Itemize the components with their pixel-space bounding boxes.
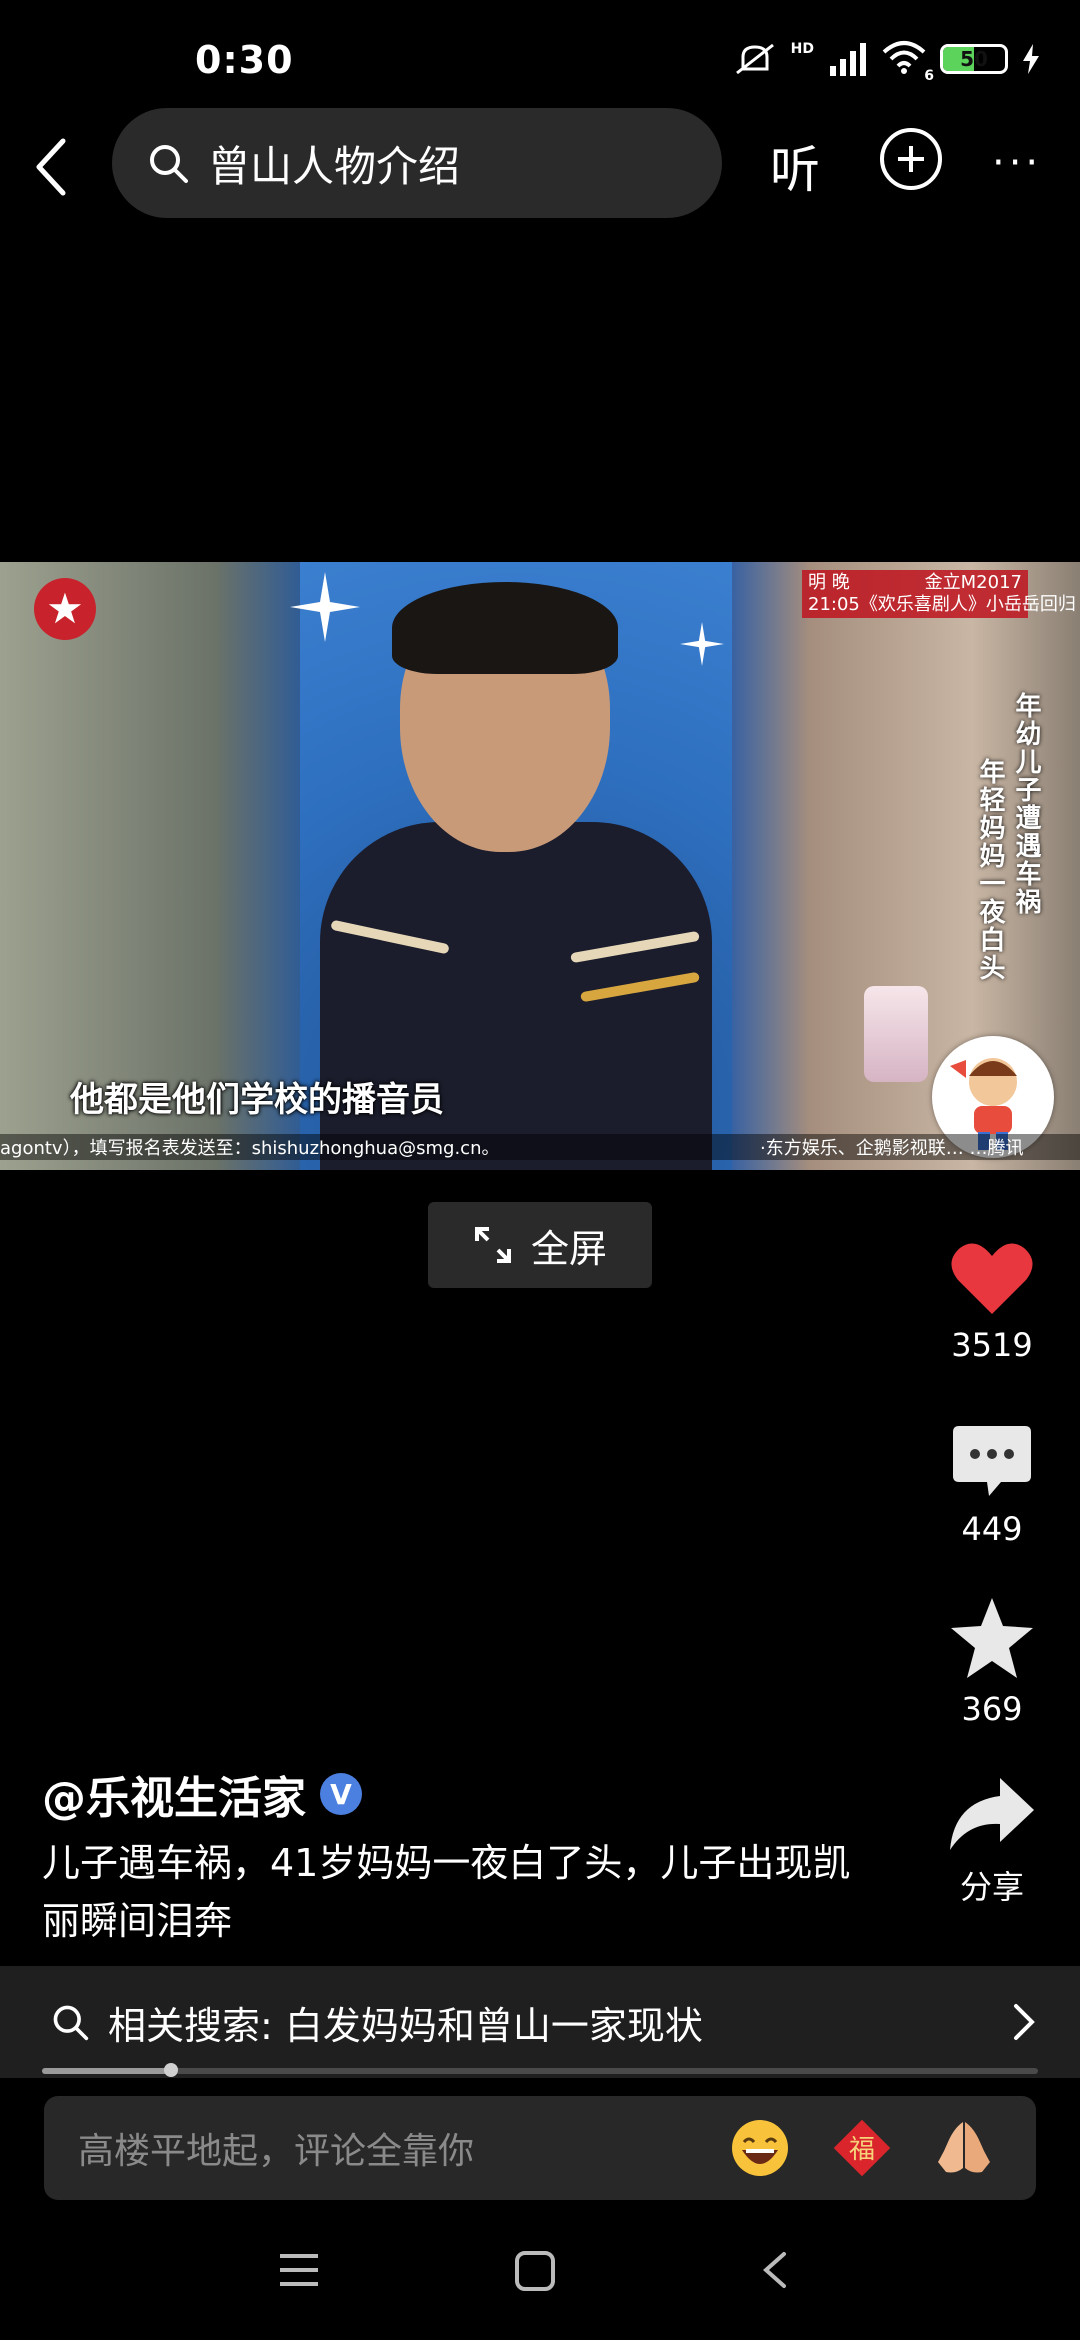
product-image: [864, 986, 928, 1082]
like-count: 3519: [951, 1326, 1033, 1364]
sparkle-icon: [290, 572, 360, 642]
hd-label: HD: [790, 41, 814, 57]
sparkle-icon: [680, 622, 724, 666]
search-icon: [53, 2005, 89, 2041]
status-icons: HD 6 50: [733, 40, 1040, 84]
search-icon: [150, 145, 188, 183]
battery-indicator: 50: [940, 44, 1008, 74]
search-query: 曾山人物介绍: [208, 141, 461, 191]
promo-text: 金立M2017: [924, 572, 1022, 593]
pray-emoji-button[interactable]: [934, 2118, 994, 2178]
fu-label: 福: [849, 2135, 875, 2165]
wifi-sub-label: 6: [924, 68, 934, 84]
promo-text: 明 晚: [808, 572, 850, 593]
heart-icon: [951, 1243, 1033, 1314]
laugh-emoji-button[interactable]: [730, 2118, 790, 2178]
vertical-caption: 年幼儿子遭遇车祸: [1011, 692, 1041, 916]
comment-icon: [953, 1426, 1031, 1496]
ticker-bar: agontv），填写报名表发送至：shishuzhonghua@smg.cn。 …: [0, 1134, 1080, 1160]
back-triangle-icon: [762, 2252, 786, 2288]
more-button[interactable]: ···: [992, 140, 1042, 186]
video-description: 儿子遇车祸，41岁妈妈一夜白了头，儿子出现凯丽瞬间泪奔: [42, 1841, 851, 1943]
signal-icon: [830, 43, 866, 76]
author-name[interactable]: @乐视生活家: [42, 1762, 306, 1826]
home-nav-button[interactable]: [514, 2250, 556, 2296]
mute-vibrate-icon: [735, 43, 774, 75]
square-home-icon: [515, 2251, 555, 2291]
system-nav-bar: [0, 2230, 1080, 2320]
laughing-face-icon: [732, 2120, 788, 2176]
like-button[interactable]: 3519: [940, 1240, 1044, 1364]
back-nav-button[interactable]: [760, 2250, 790, 2294]
boy-hair: [392, 582, 618, 674]
comment-count: 449: [961, 1510, 1023, 1548]
chevron-right-icon: [1014, 2004, 1035, 2040]
favorite-button[interactable]: 369: [940, 1596, 1044, 1728]
fu-diamond-icon: 福: [833, 2119, 891, 2177]
search-bar[interactable]: 曾山人物介绍: [112, 108, 722, 218]
author-row[interactable]: @乐视生活家 V: [42, 1762, 362, 1826]
related-search-label: 相关搜索: 白发妈妈和曾山一家现状: [108, 2003, 703, 2048]
vertical-caption: 年轻妈妈一夜白头: [975, 758, 1005, 982]
menu-icon: [280, 2254, 318, 2286]
menu-nav-button[interactable]: [278, 2250, 320, 2294]
comment-button[interactable]: 449: [940, 1424, 1044, 1548]
channel-logo: ★: [34, 578, 96, 640]
ticker-text: ·东方娱乐、企鹅影视联… …腾讯: [760, 1138, 1024, 1159]
progress-fill: [42, 2068, 172, 2074]
expand-icon: [474, 1227, 511, 1263]
back-button[interactable]: [24, 128, 78, 206]
chevron-left-icon: [36, 138, 66, 196]
share-arrow-icon: [950, 1778, 1034, 1850]
ticker-text: agontv），填写报名表发送至：shishuzhonghua@smg.cn。: [0, 1138, 500, 1159]
listen-button[interactable]: 听: [770, 130, 820, 202]
plus-icon: [898, 146, 924, 172]
related-search-bar[interactable]: 相关搜索: 白发妈妈和曾山一家现状: [0, 1966, 1080, 2078]
promo-banner: 明 晚 金立M2017 21:05 《欢乐喜剧人》小岳岳回归: [802, 570, 1076, 618]
video-subtitle: 他都是他们学校的播音员: [70, 1080, 444, 1120]
share-button[interactable]: 分享: [940, 1776, 1044, 1908]
add-button[interactable]: [880, 128, 942, 190]
charging-icon: [1023, 44, 1039, 74]
favorite-count: 369: [961, 1690, 1023, 1728]
wifi-indicator: 6: [882, 40, 934, 84]
fullscreen-label: 全屏: [530, 1226, 607, 1271]
battery-level: 50: [960, 47, 988, 71]
promo-text: 《欢乐喜剧人》小岳岳回归: [859, 594, 1076, 615]
playback-progress[interactable]: [42, 2063, 1038, 2077]
star-icon: [951, 1598, 1033, 1678]
status-time: 0:30: [195, 38, 294, 82]
comment-placeholder: 高楼平地起，评论全靠你: [78, 2131, 475, 2172]
video-player[interactable]: ★ 明 晚金立M2017 21:05 《欢乐喜剧人》小岳岳回归 年幼儿子遭遇车祸 …: [0, 562, 1080, 1170]
fu-emoji-button[interactable]: 福: [832, 2118, 892, 2178]
share-label: 分享: [959, 1868, 1024, 1906]
comment-input[interactable]: 高楼平地起，评论全靠你 福: [44, 2096, 1036, 2200]
wifi-icon: [882, 41, 926, 74]
praying-hands-icon: [938, 2122, 990, 2173]
verified-badge: V: [320, 1773, 362, 1815]
fullscreen-button[interactable]: 全屏: [428, 1202, 652, 1288]
promo-text: 21:05: [808, 594, 860, 615]
